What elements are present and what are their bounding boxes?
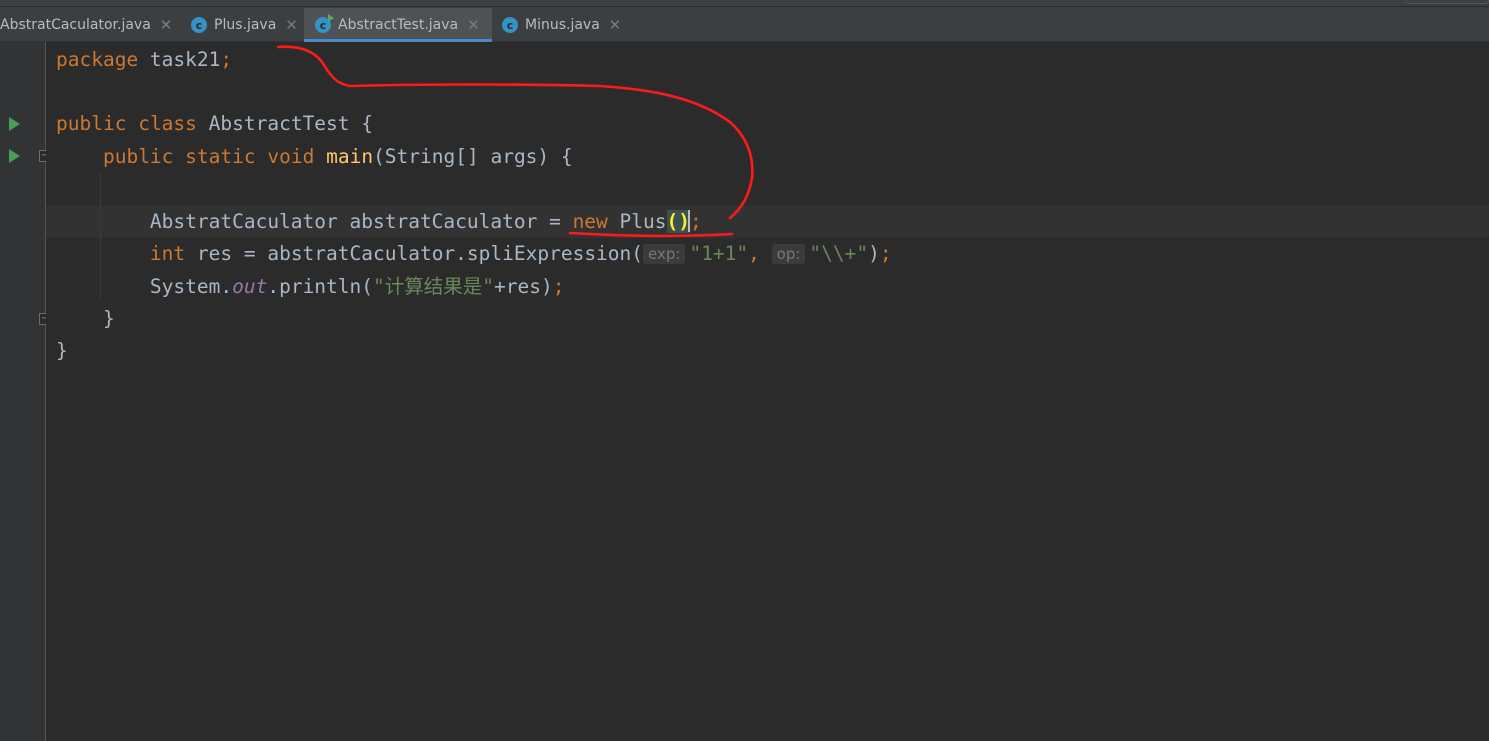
keyword: package bbox=[56, 48, 139, 71]
semicolon: ; bbox=[552, 275, 565, 298]
keyword: int bbox=[149, 242, 186, 265]
close-icon[interactable]: ✕ bbox=[160, 16, 173, 34]
method-signature: (String[] args) { bbox=[373, 145, 573, 168]
toolbar-strip bbox=[0, 0, 1489, 7]
closing-brace: } bbox=[56, 339, 68, 362]
package-name: task21 bbox=[138, 48, 221, 71]
semicolon: ; bbox=[879, 242, 892, 265]
keyword: new bbox=[572, 210, 608, 233]
constructor-name: Plus bbox=[607, 210, 667, 233]
keyword: public bbox=[102, 145, 174, 168]
code-line-8: System.out.println("计算结果是"+res); bbox=[56, 275, 565, 299]
tab-minus[interactable]: c Minus.java ✕ bbox=[492, 8, 632, 42]
code-line-1: package task21; bbox=[56, 48, 232, 72]
run-main-icon[interactable] bbox=[9, 149, 20, 163]
close-paren: ) bbox=[868, 242, 880, 265]
string-literal: "\\+" bbox=[809, 242, 869, 265]
class-reference: System. bbox=[149, 275, 233, 298]
keyword: class bbox=[138, 112, 197, 135]
matched-parens: () bbox=[666, 210, 690, 233]
parameter-hint: exp: bbox=[643, 244, 686, 264]
method-call: .println( bbox=[267, 275, 374, 298]
window-corner-control bbox=[1405, 0, 1489, 4]
tab-label: AbstratCaculator.java bbox=[0, 17, 151, 33]
keyword: static bbox=[185, 145, 256, 168]
class-runnable-icon: c bbox=[315, 14, 334, 33]
keyword: void bbox=[267, 145, 315, 168]
code-line-7: int res = abstratCaculator.spliExpressio… bbox=[56, 242, 892, 266]
tab-abstratcaculator[interactable]: AbstratCaculator.java ✕ bbox=[0, 8, 180, 42]
semicolon: ; bbox=[689, 210, 702, 233]
parameter-hint: op: bbox=[771, 244, 806, 264]
static-field: out bbox=[232, 275, 268, 298]
keyword: public bbox=[56, 112, 127, 135]
editor-tab-bar: AbstratCaculator.java ✕ c Plus.java ✕ c … bbox=[0, 0, 1489, 42]
code-line-10: } bbox=[56, 339, 68, 363]
tab-label: Minus.java bbox=[525, 17, 600, 33]
editor-gutter: − − bbox=[0, 42, 78, 741]
string-literal: "1+1" bbox=[689, 242, 749, 265]
semicolon: ; bbox=[220, 48, 233, 71]
tab-label: Plus.java bbox=[214, 17, 277, 33]
method-call: res = abstratCaculator.spliExpression( bbox=[185, 242, 644, 265]
close-icon[interactable]: ✕ bbox=[285, 16, 298, 34]
code-line-4: public static void main(String[] args) { bbox=[56, 145, 573, 169]
class-declaration: AbstractTest { bbox=[196, 112, 374, 135]
code-line-6: AbstratCaculator abstratCaculator = new … bbox=[56, 210, 702, 234]
code-line-3: public class AbstractTest { bbox=[56, 112, 373, 136]
closing-brace: } bbox=[102, 307, 115, 330]
class-icon: c bbox=[502, 17, 518, 33]
tab-plus[interactable]: c Plus.java ✕ bbox=[182, 8, 304, 42]
code-editor[interactable]: package task21; public class AbstractTes… bbox=[46, 42, 1489, 741]
tab-abstracttest[interactable]: c AbstractTest.java ✕ bbox=[304, 8, 492, 42]
close-icon[interactable]: ✕ bbox=[609, 16, 622, 34]
expression: +res) bbox=[494, 275, 553, 298]
variable-declaration: AbstratCaculator abstratCaculator = bbox=[149, 210, 573, 233]
class-icon: c bbox=[191, 17, 207, 33]
run-class-icon[interactable] bbox=[9, 117, 20, 131]
string-literal: "计算结果是" bbox=[373, 275, 494, 298]
tab-label: AbstractTest.java bbox=[338, 17, 459, 33]
comma: , bbox=[748, 242, 760, 265]
close-icon[interactable]: ✕ bbox=[467, 16, 480, 34]
method-name: main bbox=[326, 145, 374, 168]
code-line-9: } bbox=[56, 307, 115, 331]
